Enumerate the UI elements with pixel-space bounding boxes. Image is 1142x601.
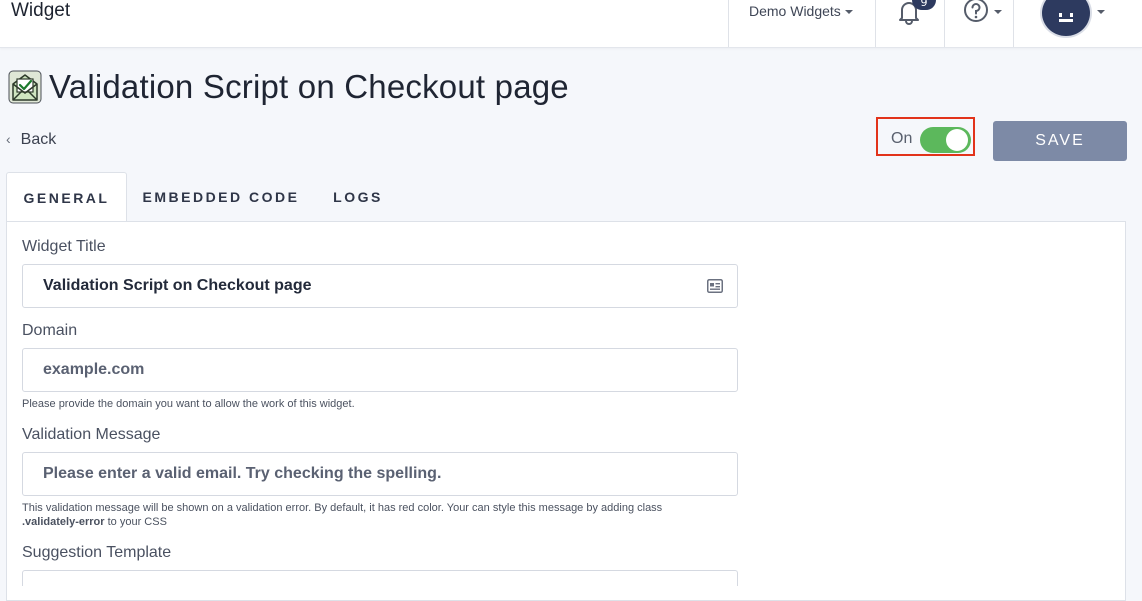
save-button[interactable]: SAVE — [993, 121, 1127, 161]
chevron-down-icon[interactable] — [1097, 10, 1105, 14]
workspace-dropdown[interactable]: Demo Widgets — [749, 2, 853, 20]
toggle-knob — [946, 129, 968, 151]
chevron-down-icon[interactable] — [994, 10, 1002, 14]
divider — [944, 0, 945, 47]
avatar[interactable] — [1040, 0, 1092, 38]
widget-title-field — [22, 264, 738, 308]
contact-card-icon — [707, 279, 723, 293]
widget-title-input[interactable] — [43, 265, 703, 307]
validation-message-help-text: This validation message will be shown on… — [22, 501, 742, 529]
help-prefix: This validation message will be shown on… — [22, 502, 663, 514]
divider — [875, 0, 876, 47]
domain-field — [22, 348, 738, 392]
domain-help-text: Please provide the domain you want to al… — [22, 398, 355, 410]
status-toggle-highlight: On — [876, 117, 975, 156]
workspace-label: Demo Widgets — [749, 3, 841, 19]
page-title: Validation Script on Checkout page — [49, 68, 569, 105]
help-suffix: to your CSS — [107, 516, 167, 528]
user-face-icon — [1059, 13, 1073, 22]
help-button[interactable] — [963, 0, 989, 28]
chevron-down-icon — [844, 10, 853, 15]
validation-message-field — [22, 452, 738, 496]
divider — [728, 0, 729, 47]
top-bar: Widget Demo Widgets 9 — [0, 0, 1142, 48]
tab-general[interactable]: GENERAL — [6, 172, 127, 223]
enable-toggle[interactable] — [920, 127, 971, 153]
chevron-left-icon: ‹ — [6, 131, 11, 147]
widget-title-label: Widget Title — [22, 238, 106, 255]
tab-embedded-code[interactable]: EMBEDDED CODE — [141, 172, 301, 222]
divider — [1013, 0, 1014, 47]
tab-logs[interactable]: LOGS — [328, 172, 388, 222]
validation-message-input[interactable] — [43, 453, 703, 495]
toggle-label: On — [891, 130, 913, 147]
help-icon — [964, 0, 988, 22]
suggestion-template-field[interactable] — [22, 570, 738, 586]
back-label: Back — [20, 131, 57, 148]
domain-label: Domain — [22, 322, 78, 339]
validation-message-label: Validation Message — [22, 426, 161, 443]
help-class-name: .validately-error — [22, 516, 105, 528]
app-brand[interactable]: Widget — [11, 0, 70, 22]
email-check-icon — [8, 70, 42, 104]
back-link[interactable]: ‹ Back — [6, 131, 56, 149]
domain-input[interactable] — [43, 349, 703, 391]
suggestion-template-label: Suggestion Template — [22, 544, 172, 561]
